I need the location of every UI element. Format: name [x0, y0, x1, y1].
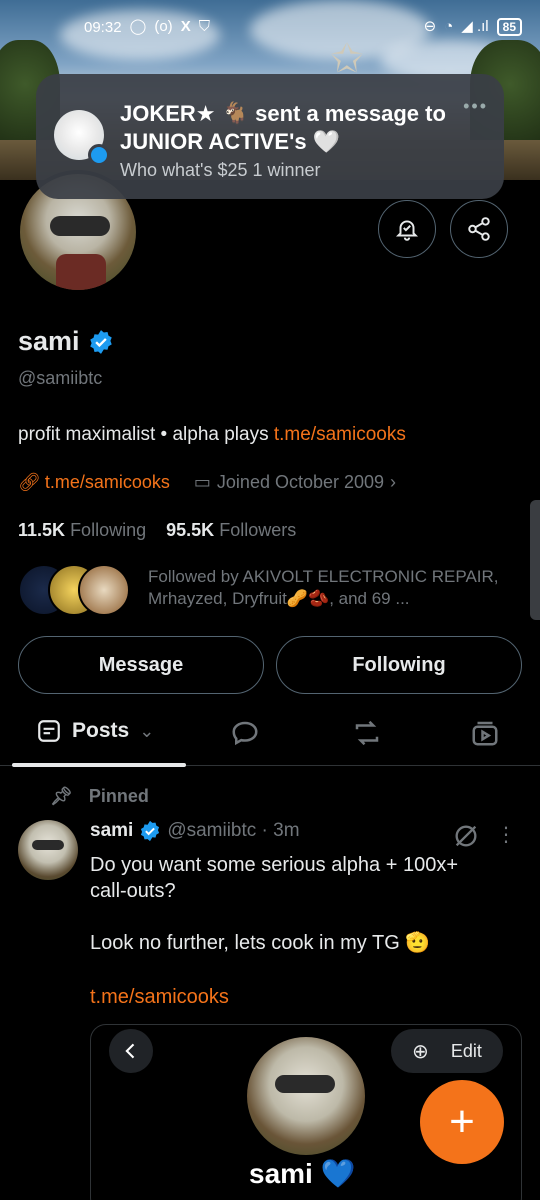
- more-icon: •••: [463, 96, 488, 116]
- dnd-icon: ⊖: [423, 18, 437, 35]
- profile-name: sami: [18, 326, 80, 356]
- post-author-name[interactable]: sami: [90, 820, 133, 842]
- share-button[interactable]: [450, 200, 508, 258]
- x-logo-icon: X: [180, 18, 191, 35]
- media-avatar: [247, 1037, 365, 1155]
- verified-badge-icon: [141, 820, 160, 842]
- edit-label: Edit: [450, 1040, 482, 1061]
- verified-badge-icon[interactable]: [88, 329, 114, 355]
- bell-check-icon: [395, 220, 419, 241]
- followed-by-text[interactable]: Followed by AKIVOLT ELECTRONIC REPAIR, M…: [148, 566, 528, 610]
- back-button[interactable]: [109, 1029, 153, 1073]
- joined-date: Joined October 2009: [216, 472, 385, 492]
- grok-icon[interactable]: [452, 822, 480, 850]
- more-options-icon[interactable]: ⋮: [496, 822, 516, 847]
- media-name: sami 💙: [249, 1158, 356, 1189]
- tab-posts-label: Posts: [72, 719, 130, 742]
- chevron-down-icon: ⌄: [139, 720, 155, 741]
- message-notification[interactable]: JOKER★ 🐐 sent a message to JUNIOR ACTIVE…: [36, 74, 504, 199]
- battery-icon: 85: [496, 18, 522, 36]
- followed-by-avatars[interactable]: [18, 564, 138, 616]
- bio-text: profit maximalist • alpha plays: [18, 424, 274, 445]
- post-link[interactable]: t.me/samicooks: [90, 986, 229, 1009]
- chevron-left-icon: [125, 1043, 135, 1059]
- scroll-handle[interactable]: [530, 500, 540, 620]
- website-link[interactable]: 🔗︎ t.me/samicooks: [18, 472, 170, 493]
- following-count-link[interactable]: 11.5K Following: [18, 520, 146, 540]
- notification-title: JOKER★ 🐐 sent a message to JUNIOR ACTIVE…: [120, 101, 446, 154]
- share-icon: [468, 217, 490, 241]
- profile-name-row: sami: [18, 326, 114, 357]
- following-label: Following: [70, 520, 147, 540]
- notify-bell-button[interactable]: [378, 200, 436, 258]
- following-count: 11.5K: [18, 520, 66, 540]
- follow-counts: 11.5K Following 95.5K Followers: [18, 520, 296, 541]
- chevron-right-icon[interactable]: ›: [390, 472, 396, 493]
- pinned-indicator: 📌︎ Pinned: [50, 786, 149, 807]
- wifi-icon: ◔: [444, 18, 454, 35]
- pinned-label: Pinned: [88, 786, 149, 806]
- post-author-avatar[interactable]: [18, 820, 78, 880]
- link-icon: 🔗︎: [18, 472, 41, 492]
- profile-tabs: Posts ⌄: [0, 706, 540, 767]
- tab-posts[interactable]: Posts ⌄: [36, 718, 154, 744]
- pin-icon: 📌︎: [50, 786, 73, 806]
- add-circle-icon: ⊕: [412, 1040, 429, 1063]
- following-button[interactable]: Following: [276, 636, 522, 694]
- followers-count: 95.5K: [166, 520, 215, 540]
- post-handle-time: @samiibtc · 3m: [167, 820, 300, 841]
- bio-link[interactable]: t.me/samicooks: [274, 424, 406, 445]
- post-text: Do you want some serious alpha + 100x+ c…: [90, 854, 458, 954]
- status-bar: 09:32 ◯ (o) X ⛉ ⊖ ◔ ◢ .ıl 85: [0, 14, 540, 44]
- profile-meta: 🔗︎ t.me/samicooks ▭ Joined October 2009 …: [18, 472, 396, 493]
- notification-body: Who what's $25 1 winner: [120, 160, 321, 180]
- whatsapp-icon: ◯: [129, 18, 147, 35]
- hotspot-icon: (o): [154, 18, 173, 35]
- post-header: sami @samiibtc · 3m: [90, 820, 300, 842]
- followers-label: Followers: [219, 520, 297, 540]
- shield-icon: ⛉: [198, 18, 210, 35]
- edit-button[interactable]: ⊕ Edit: [391, 1029, 503, 1073]
- profile-bio: profit maximalist • alpha plays t.me/sam…: [18, 424, 406, 446]
- calendar-icon: ▭: [193, 472, 211, 492]
- messenger-badge-icon: [88, 144, 110, 166]
- signal-icon: ◢ .ıl: [461, 18, 489, 35]
- follower-avatar: [78, 564, 130, 616]
- tab-media[interactable]: [470, 718, 500, 748]
- posts-icon: [38, 720, 60, 742]
- active-tab-indicator: [12, 763, 186, 767]
- profile-handle: @samiibtc: [18, 368, 103, 388]
- website-text: t.me/samicooks: [44, 472, 170, 492]
- tab-reposts[interactable]: [352, 718, 382, 748]
- battery-level: 85: [502, 20, 516, 34]
- message-button[interactable]: Message: [18, 636, 264, 694]
- tab-replies[interactable]: [230, 718, 260, 748]
- status-time: 09:32: [84, 18, 122, 36]
- plus-icon: +: [449, 1097, 475, 1146]
- compose-post-button[interactable]: +: [420, 1080, 504, 1164]
- followers-count-link[interactable]: 95.5K Followers: [166, 520, 296, 540]
